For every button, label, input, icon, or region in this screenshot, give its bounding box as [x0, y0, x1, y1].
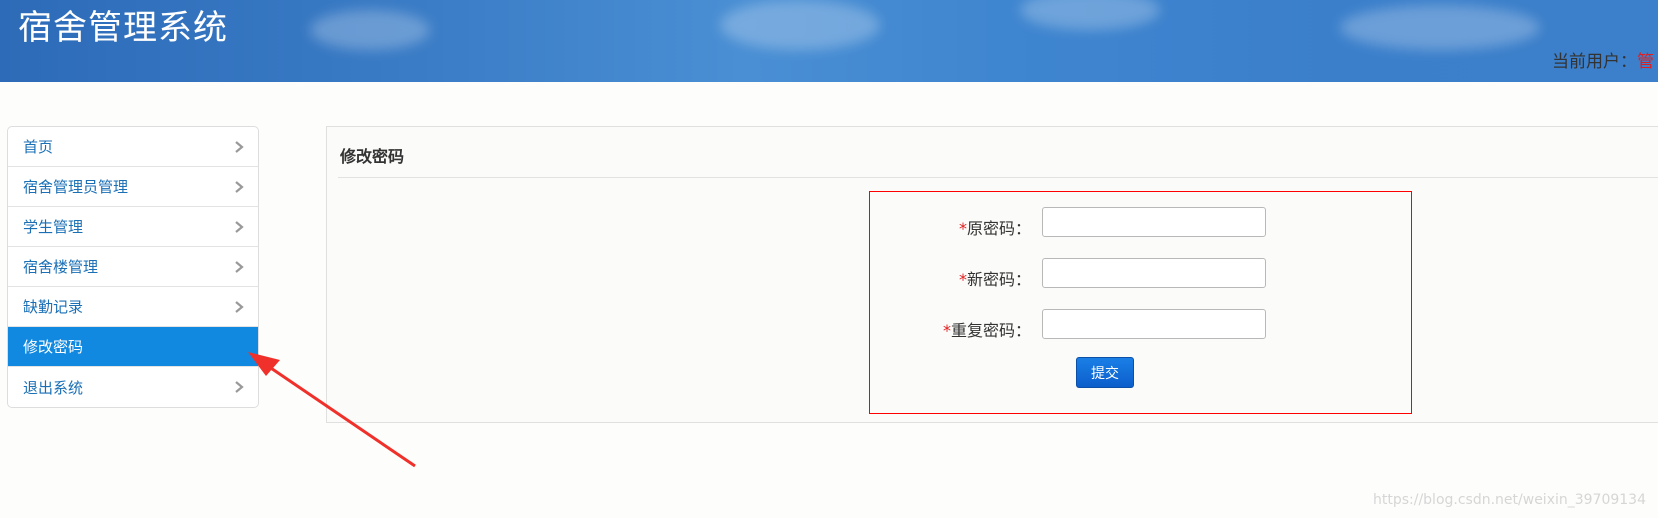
watermark: https://blog.csdn.net/weixin_39709134 [1372, 492, 1646, 508]
current-user-label: 当前用户： [1552, 52, 1637, 72]
current-user: 当前用户：管 [1552, 47, 1654, 72]
cloud-decoration [720, 0, 880, 50]
old-password-label-text: 原密码： [966, 219, 1031, 238]
sidebar-item-buildings[interactable]: 宿舍楼管理 [8, 247, 258, 287]
repeat-password-label: *重复密码： [943, 317, 1031, 341]
form-row-repeat-password: *重复密码： [870, 309, 1411, 343]
sidebar-item-label: 学生管理 [23, 218, 84, 236]
password-form: *原密码： *新密码： *重复密码： 提交 [869, 191, 1412, 414]
divider [338, 177, 1658, 178]
panel-title: 修改密码 [340, 147, 405, 166]
repeat-password-label-text: 重复密码： [950, 321, 1031, 340]
form-row-old-password: *原密码： [870, 207, 1411, 241]
sidebar-item-change-password[interactable]: 修改密码 [8, 327, 258, 367]
required-mark: * [942, 321, 951, 340]
sidebar-item-label: 宿舍管理员管理 [23, 178, 129, 196]
sidebar-item-students[interactable]: 学生管理 [8, 207, 258, 247]
chevron-right-icon [235, 301, 244, 313]
cloud-decoration [1340, 5, 1540, 50]
new-password-label-text: 新密码： [966, 270, 1031, 289]
sidebar-item-dorm-admin[interactable]: 宿舍管理员管理 [8, 167, 258, 207]
current-user-name[interactable]: 管 [1637, 52, 1654, 72]
old-password-label: *原密码： [959, 215, 1031, 239]
sidebar-nav: 首页 宿舍管理员管理 学生管理 宿舍楼管理 缺勤记录 修改密码 退出系统 [7, 126, 259, 408]
sidebar-item-logout[interactable]: 退出系统 [8, 367, 258, 407]
sidebar-item-label: 修改密码 [23, 338, 84, 356]
sidebar-item-label: 缺勤记录 [23, 298, 84, 316]
sidebar-item-home[interactable]: 首页 [8, 127, 258, 167]
app-title: 宿舍管理系统 [18, 8, 228, 48]
chevron-right-icon [235, 181, 244, 193]
sidebar-item-label: 宿舍楼管理 [23, 258, 99, 276]
header-banner: 宿舍管理系统 当前用户：管 [0, 0, 1658, 82]
form-row-new-password: *新密码： [870, 258, 1411, 292]
chevron-right-icon [235, 261, 244, 273]
required-mark: * [958, 219, 967, 238]
sidebar-item-label: 首页 [23, 138, 54, 156]
submit-button[interactable]: 提交 [1076, 357, 1134, 388]
old-password-input[interactable] [1042, 207, 1266, 237]
sidebar-item-label: 退出系统 [23, 378, 84, 397]
new-password-input[interactable] [1042, 258, 1266, 288]
repeat-password-input[interactable] [1042, 309, 1266, 339]
sidebar-item-absence[interactable]: 缺勤记录 [8, 287, 258, 327]
arrow-annotation-icon [248, 352, 416, 468]
cloud-decoration [310, 10, 430, 50]
chevron-right-icon [235, 141, 244, 153]
required-mark: * [958, 270, 967, 289]
new-password-label: *新密码： [959, 266, 1031, 290]
cloud-decoration [1020, 0, 1160, 30]
change-password-panel: 修改密码 *原密码： *新密码： *重复密码： 提交 [326, 126, 1658, 423]
chevron-right-icon [235, 221, 244, 233]
